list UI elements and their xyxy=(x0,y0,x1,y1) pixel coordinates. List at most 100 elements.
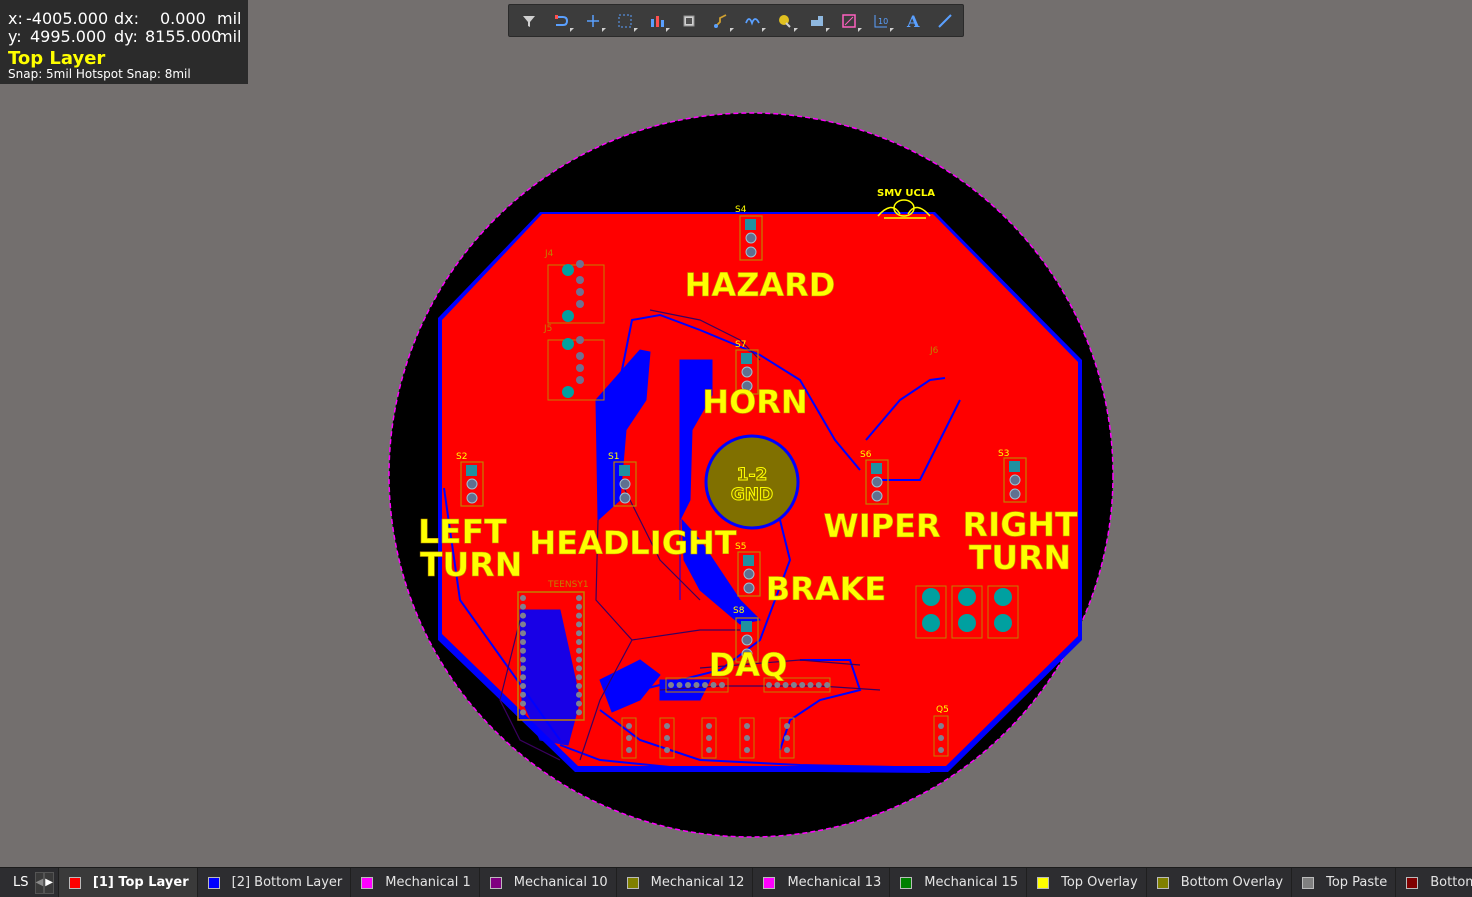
teensy-pin xyxy=(520,595,526,601)
designator-s5: S5 xyxy=(735,542,746,552)
label-left-turn: TURN xyxy=(420,545,522,584)
teensy-pin xyxy=(576,647,582,654)
teensy-pin xyxy=(520,691,526,698)
switch-pad xyxy=(745,246,757,258)
teensy-pin xyxy=(520,603,526,610)
layer-set-button[interactable]: LS xyxy=(13,875,29,890)
header-pin xyxy=(815,682,822,688)
y-value: 4995.000 xyxy=(30,27,107,46)
layer-next-button[interactable]: ▶ xyxy=(44,871,54,894)
switch-pad xyxy=(619,465,630,476)
filter-icon[interactable] xyxy=(513,7,545,35)
switch-pad xyxy=(743,555,754,566)
transistor-pin xyxy=(626,735,632,741)
layer-tab[interactable]: Mechanical 10 xyxy=(478,868,616,897)
current-layer-label: Top Layer xyxy=(8,48,106,69)
layer-tab[interactable]: Bottom Overlay xyxy=(1145,868,1291,897)
transistor-pin xyxy=(626,747,632,753)
align-icon[interactable] xyxy=(641,7,673,35)
teensy-pin xyxy=(520,630,526,637)
switch-pad xyxy=(1009,461,1020,472)
line-icon[interactable] xyxy=(929,7,961,35)
dx-label: dx: xyxy=(114,9,140,28)
teensy-pin xyxy=(576,683,582,689)
switch-pad xyxy=(871,476,883,488)
layer-color-swatch xyxy=(361,876,374,889)
select-rect-icon[interactable] xyxy=(609,7,641,35)
teensy-pin xyxy=(520,683,526,689)
layer-tab[interactable]: Mechanical 13 xyxy=(752,868,889,897)
dimension-icon[interactable]: 10 xyxy=(865,7,897,35)
keepout-icon[interactable] xyxy=(833,7,865,35)
layer-tab[interactable]: Bottom Paste xyxy=(1395,868,1472,897)
teensy-pin xyxy=(520,674,526,681)
teensy-pin xyxy=(520,709,526,716)
crosshair-icon[interactable] xyxy=(577,7,609,35)
layer-color-swatch xyxy=(489,876,502,889)
switch-pad xyxy=(743,568,755,580)
label-brake: BRAKE xyxy=(766,570,886,608)
label-hazard: HAZARD xyxy=(685,266,836,304)
pcb-canvas[interactable]: HAZARD HORN LEFT TURN HEADLIGHT WIPER RI… xyxy=(0,0,1472,867)
teensy-pin xyxy=(576,621,582,628)
teensy-pin xyxy=(576,612,582,619)
teensy-pin xyxy=(520,665,526,672)
designator-s1: S1 xyxy=(608,452,619,462)
polygon-icon[interactable] xyxy=(801,7,833,35)
mount-label-2: GND xyxy=(731,485,773,505)
x-label: x: xyxy=(8,9,23,28)
layer-tab-label: Mechanical 13 xyxy=(787,875,882,890)
switch-pad xyxy=(741,634,753,646)
svg-text:10: 10 xyxy=(878,17,888,26)
switch-pad xyxy=(466,478,478,490)
label-wiper: WIPER xyxy=(823,507,940,545)
header-pin xyxy=(676,682,683,688)
layer-tab[interactable]: Mechanical 15 xyxy=(889,868,1026,897)
interactive-route-icon[interactable] xyxy=(705,7,737,35)
teensy-pin xyxy=(576,656,582,663)
header-pin xyxy=(685,682,691,688)
designator-j4: J4 xyxy=(544,249,554,259)
layer-color-swatch xyxy=(626,876,639,889)
layer-color-swatch xyxy=(1302,876,1315,889)
designator-s4: S4 xyxy=(735,205,747,215)
transistor-pin xyxy=(706,747,712,753)
teensy-pin xyxy=(520,647,526,654)
designator-s6: S6 xyxy=(860,450,872,460)
layer-tab[interactable]: [2] Bottom Layer xyxy=(196,868,351,897)
unit-1: mil xyxy=(217,9,242,28)
switch-pad xyxy=(745,219,756,230)
layer-prev-button[interactable]: ◀ xyxy=(34,871,45,894)
switch-pad xyxy=(1009,474,1021,486)
transistor-pin xyxy=(664,723,670,729)
header-pin xyxy=(824,682,831,688)
teensy-pin xyxy=(576,691,582,698)
via-icon[interactable] xyxy=(769,7,801,35)
transistor-pin xyxy=(626,723,632,729)
unit-2: mil xyxy=(217,27,242,46)
component-icon[interactable] xyxy=(673,7,705,35)
layer-tab[interactable]: Mechanical 12 xyxy=(615,868,753,897)
teensy-pin xyxy=(520,700,526,707)
layer-tab[interactable]: [1] Top Layer xyxy=(57,868,197,897)
transistor-pin xyxy=(664,747,670,753)
dy-label: dy: xyxy=(114,27,138,46)
layer-tab-label: Mechanical 10 xyxy=(513,875,608,890)
teensy-pin xyxy=(576,595,582,601)
layer-tab-label: Top Paste xyxy=(1326,875,1388,890)
layer-color-swatch xyxy=(900,876,913,889)
layer-tab[interactable]: Mechanical 1 xyxy=(350,868,479,897)
svg-text:A: A xyxy=(906,13,920,29)
layer-tab[interactable]: Top Paste xyxy=(1291,868,1395,897)
switch-pad xyxy=(741,366,753,378)
mount-label-1: 1-2 xyxy=(737,465,768,485)
switch-pad xyxy=(466,465,477,476)
route-icon[interactable] xyxy=(545,7,577,35)
text-icon[interactable]: A xyxy=(897,7,929,35)
transistor-pin xyxy=(744,735,750,741)
switch-pad xyxy=(741,621,752,632)
layer-tab[interactable]: Top Overlay xyxy=(1026,868,1146,897)
diff-pair-icon[interactable] xyxy=(737,7,769,35)
transistor-pin xyxy=(664,735,670,741)
teensy-pin xyxy=(576,709,582,716)
